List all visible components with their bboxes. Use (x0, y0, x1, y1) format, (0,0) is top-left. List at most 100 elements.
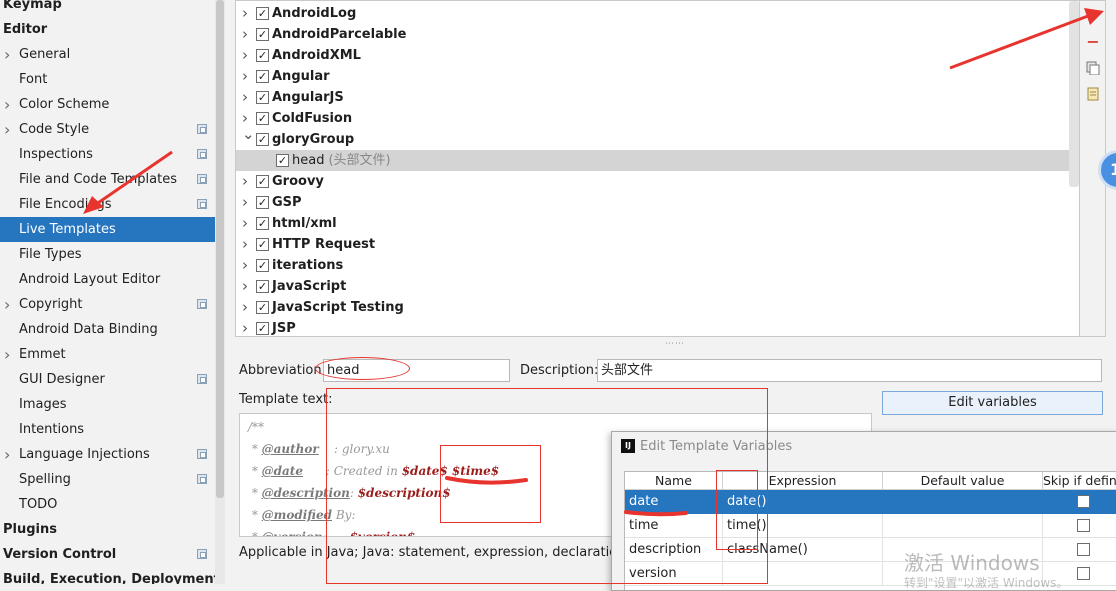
template-group[interactable]: ⌄ ✓ gloryGroup (236, 125, 1079, 150)
sidebar-item-code-style[interactable]: › Code Style (0, 117, 215, 142)
template-checkbox[interactable]: ✓ (256, 280, 269, 293)
chevron-right-icon[interactable]: › (242, 255, 252, 276)
template-checkbox[interactable]: ✓ (256, 175, 269, 188)
sidebar-item-keymap[interactable]: Keymap (0, 0, 215, 17)
sidebar-item-general[interactable]: › General (0, 42, 215, 67)
abbreviation-input[interactable]: head (323, 359, 510, 382)
template-group[interactable]: › ✓ ColdFusion (236, 108, 1079, 129)
template-checkbox[interactable]: ✓ (256, 259, 269, 272)
template-checkbox[interactable]: ✓ (256, 196, 269, 209)
template-group[interactable]: › ✓ JSP (236, 318, 1079, 336)
template-item[interactable]: ✓ head (头部文件) (236, 150, 1079, 171)
sidebar-item-font[interactable]: Font (0, 67, 215, 92)
skip-if-defined-checkbox[interactable] (1077, 567, 1090, 580)
template-checkbox[interactable]: ✓ (256, 322, 269, 335)
edit-variables-button[interactable]: Edit variables (882, 391, 1103, 415)
sidebar-item-gui-designer[interactable]: GUI Designer (0, 367, 215, 392)
chevron-right-icon[interactable]: › (4, 42, 10, 67)
template-group[interactable]: › ✓ html/xml (236, 213, 1079, 234)
column-header[interactable]: Default value (883, 472, 1043, 490)
chevron-right-icon[interactable]: › (242, 171, 252, 192)
sidebar-item-color-scheme[interactable]: › Color Scheme (0, 92, 215, 117)
chevron-right-icon[interactable]: › (4, 292, 10, 317)
template-group[interactable]: › ✓ AndroidParcelable (236, 24, 1079, 45)
sidebar-scrollbar-thumb[interactable] (216, 0, 224, 498)
variable-expression-cell[interactable] (723, 562, 883, 586)
template-checkbox[interactable]: ✓ (256, 133, 269, 146)
variable-skip-cell[interactable] (1043, 538, 1116, 562)
variable-expression-cell[interactable]: time() (723, 514, 883, 538)
template-checkbox[interactable]: ✓ (256, 28, 269, 41)
tree-scrollbar[interactable] (1069, 1, 1079, 187)
template-group[interactable]: › ✓ AngularJS (236, 87, 1079, 108)
sidebar-item-file-and-code-templates[interactable]: File and Code Templates (0, 167, 215, 192)
template-checkbox[interactable]: ✓ (276, 154, 289, 167)
variable-name-cell[interactable]: date (625, 490, 723, 514)
sidebar-item-emmet[interactable]: › Emmet (0, 342, 215, 367)
minus-icon[interactable]: − (1086, 34, 1100, 50)
chevron-right-icon[interactable]: › (242, 234, 252, 255)
sidebar-item-spelling[interactable]: Spelling (0, 467, 215, 492)
sidebar-item-file-encodings[interactable]: File Encodings (0, 192, 215, 217)
template-checkbox[interactable]: ✓ (256, 112, 269, 125)
chevron-right-icon[interactable]: › (4, 342, 10, 367)
sidebar-item-build-execution-deployment[interactable]: Build, Execution, Deployment (0, 567, 215, 584)
sidebar-item-language-injections[interactable]: › Language Injections (0, 442, 215, 467)
variable-skip-cell[interactable] (1043, 490, 1116, 514)
variable-name-cell[interactable]: time (625, 514, 723, 538)
sidebar-item-intentions[interactable]: Intentions (0, 417, 215, 442)
sidebar-item-version-control[interactable]: Version Control (0, 542, 215, 567)
chevron-down-icon[interactable]: ⌄ (242, 124, 255, 145)
variable-expression-cell[interactable]: date() (723, 490, 883, 514)
sidebar-item-file-types[interactable]: File Types (0, 242, 215, 267)
template-checkbox[interactable]: ✓ (256, 7, 269, 20)
skip-if-defined-checkbox[interactable] (1077, 543, 1090, 556)
chevron-right-icon[interactable]: › (242, 318, 252, 336)
variable-name-cell[interactable]: description (625, 538, 723, 562)
skip-if-defined-checkbox[interactable] (1077, 495, 1090, 508)
chevron-right-icon[interactable]: › (242, 276, 252, 297)
template-group[interactable]: › ✓ JavaScript Testing (236, 297, 1079, 318)
variable-name-cell[interactable]: version (625, 562, 723, 586)
plus-icon[interactable]: + (1086, 7, 1100, 23)
sidebar-item-android-data-binding[interactable]: Android Data Binding (0, 317, 215, 342)
template-checkbox[interactable]: ✓ (256, 91, 269, 104)
chevron-right-icon[interactable]: › (4, 117, 10, 142)
chevron-right-icon[interactable]: › (242, 66, 252, 87)
sidebar-item-plugins[interactable]: Plugins (0, 517, 215, 542)
template-group[interactable]: › ✓ AndroidLog (236, 3, 1079, 24)
template-checkbox[interactable]: ✓ (256, 217, 269, 230)
chevron-right-icon[interactable]: › (242, 297, 252, 318)
template-group[interactable]: › ✓ Groovy (236, 171, 1079, 192)
sidebar-item-editor[interactable]: Editor (0, 17, 215, 42)
sidebar-item-live-templates[interactable]: Live Templates (0, 217, 215, 242)
variable-default-cell[interactable] (883, 514, 1043, 538)
sidebar-item-android-layout-editor[interactable]: Android Layout Editor (0, 267, 215, 292)
variable-expression-cell[interactable]: className() (723, 538, 883, 562)
sidebar-scrollbar[interactable] (215, 0, 225, 584)
column-header[interactable]: Expression (723, 472, 883, 490)
chevron-right-icon[interactable]: › (242, 87, 252, 108)
restore-icon[interactable] (1086, 87, 1100, 101)
chevron-right-icon[interactable]: › (242, 3, 252, 24)
template-group[interactable]: › ✓ HTTP Request (236, 234, 1079, 255)
sidebar-item-images[interactable]: Images (0, 392, 215, 417)
template-group[interactable]: › ✓ GSP (236, 192, 1079, 213)
chevron-right-icon[interactable]: › (242, 213, 252, 234)
sidebar-item-inspections[interactable]: Inspections (0, 142, 215, 167)
template-group[interactable]: › ✓ JavaScript (236, 276, 1079, 297)
variable-skip-cell[interactable] (1043, 514, 1116, 538)
template-group[interactable]: › ✓ Angular (236, 66, 1079, 87)
description-input[interactable]: 头部文件 (597, 359, 1102, 382)
column-header[interactable]: Name (625, 472, 723, 490)
sidebar-item-todo[interactable]: TODO (0, 492, 215, 517)
template-checkbox[interactable]: ✓ (256, 70, 269, 83)
chevron-right-icon[interactable]: › (242, 192, 252, 213)
chevron-right-icon[interactable]: › (242, 24, 252, 45)
template-checkbox[interactable]: ✓ (256, 301, 269, 314)
template-checkbox[interactable]: ✓ (256, 49, 269, 62)
chevron-right-icon[interactable]: › (4, 442, 10, 467)
column-header[interactable]: Skip if defin... (1043, 472, 1116, 490)
template-group[interactable]: › ✓ iterations (236, 255, 1079, 276)
variable-default-cell[interactable] (883, 490, 1043, 514)
